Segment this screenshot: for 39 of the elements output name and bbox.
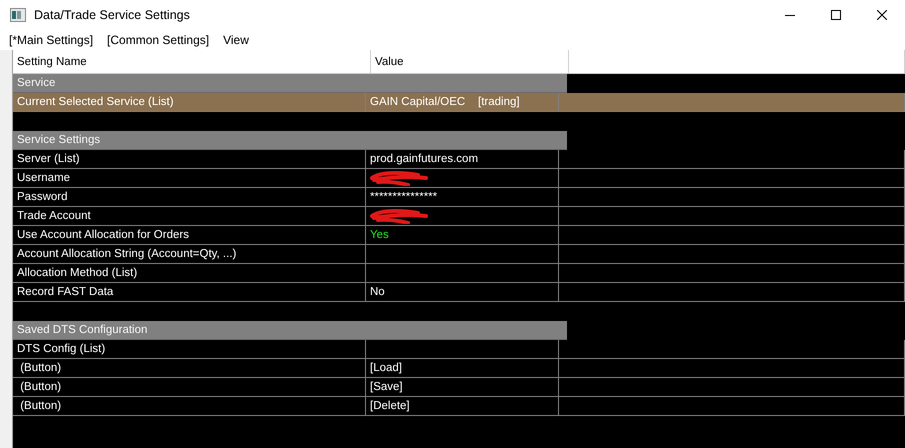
setting-value-cell[interactable]: No bbox=[366, 283, 559, 302]
setting-name-cell[interactable]: Password bbox=[13, 188, 366, 207]
setting-name-cell[interactable]: (Button) bbox=[13, 378, 366, 397]
setting-value-cell[interactable]: [Delete] bbox=[366, 397, 559, 416]
setting-value-cell[interactable]: GAIN Capital/OEC [trading] bbox=[366, 93, 559, 112]
menu-item[interactable]: View bbox=[223, 33, 249, 47]
setting-name-cell[interactable]: Current Selected Service (List) bbox=[13, 93, 366, 112]
section-header: Service Settings bbox=[13, 131, 567, 150]
setting-value-cell[interactable] bbox=[366, 264, 559, 283]
setting-value-cell[interactable]: [Save] bbox=[366, 378, 559, 397]
setting-name-cell[interactable]: (Button) bbox=[13, 359, 366, 378]
maximize-icon[interactable] bbox=[831, 10, 841, 20]
app-icon bbox=[10, 8, 26, 22]
setting-value-cell[interactable]: prod.gainfutures.com bbox=[366, 150, 559, 169]
setting-name-cell[interactable]: DTS Config (List) bbox=[13, 340, 366, 359]
setting-value-cell[interactable]: *************** bbox=[366, 188, 559, 207]
setting-value-cell[interactable] bbox=[366, 207, 559, 226]
setting-name-cell[interactable]: Trade Account bbox=[13, 207, 366, 226]
setting-name-cell[interactable]: Allocation Method (List) bbox=[13, 264, 366, 283]
setting-name-cell[interactable]: Username bbox=[13, 169, 366, 188]
window-title: Data/Trade Service Settings bbox=[34, 8, 191, 22]
value-text: Yes bbox=[370, 229, 389, 241]
close-icon[interactable] bbox=[877, 10, 887, 20]
section-header: Saved DTS Configuration bbox=[13, 321, 567, 340]
setting-value-cell[interactable] bbox=[366, 169, 559, 188]
setting-name-cell[interactable]: Record FAST Data bbox=[13, 283, 366, 302]
setting-value-cell[interactable] bbox=[366, 340, 559, 359]
setting-value-cell[interactable]: [Load] bbox=[366, 359, 559, 378]
setting-name-cell[interactable]: (Button) bbox=[13, 397, 366, 416]
column-header[interactable]: Value bbox=[371, 50, 569, 73]
setting-name-cell[interactable]: Server (List) bbox=[13, 150, 366, 169]
setting-value-cell[interactable]: Yes bbox=[366, 226, 559, 245]
menu-item[interactable]: [*Main Settings] bbox=[9, 33, 94, 47]
setting-name-cell[interactable]: Account Allocation String (Account=Qty, ...) bbox=[13, 245, 366, 264]
section-header: Service bbox=[13, 74, 567, 93]
column-header[interactable]: Setting Name bbox=[13, 50, 371, 73]
menu-item[interactable]: [Common Settings] bbox=[107, 33, 210, 47]
setting-value-cell[interactable] bbox=[366, 245, 559, 264]
setting-name-cell[interactable]: Use Account Allocation for Orders bbox=[13, 226, 366, 245]
